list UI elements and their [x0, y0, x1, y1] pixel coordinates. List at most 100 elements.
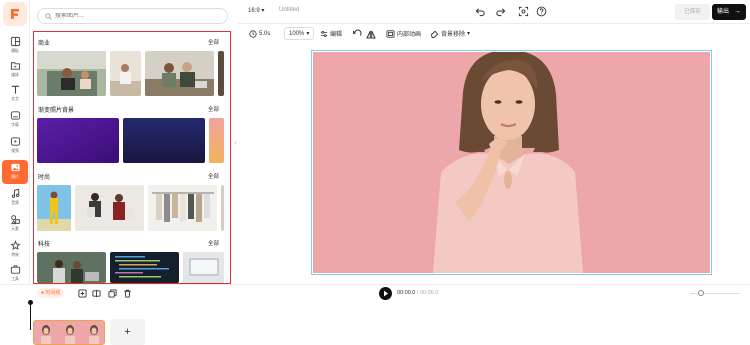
play-button[interactable]: [379, 287, 392, 300]
fashion-thumbnail-3[interactable]: [148, 185, 217, 231]
rail-label: 图片: [11, 174, 19, 179]
timeline-tag[interactable]: ● 时间线: [37, 288, 65, 298]
view-all-link[interactable]: 全部: [208, 105, 219, 113]
fashion-thumbnail-4-partial[interactable]: [221, 185, 224, 231]
sliders-icon: [320, 30, 328, 37]
media-icon: [10, 62, 20, 70]
search-icon: [45, 12, 52, 20]
rail-label: 特效: [11, 252, 19, 257]
rail-label: 音频: [11, 200, 19, 205]
panel-collapse-handle[interactable]: ‹: [233, 136, 238, 150]
rail-label: 文字: [11, 96, 19, 101]
redo-icon[interactable]: [495, 6, 506, 17]
add-element-icon[interactable]: [78, 289, 87, 298]
gradient-thumbnail-2[interactable]: [123, 118, 205, 163]
flip-icon[interactable]: [366, 28, 376, 41]
effects-icon: [10, 240, 20, 250]
duplicate-icon[interactable]: [108, 289, 117, 298]
rotate-icon[interactable]: [352, 28, 362, 41]
delete-icon[interactable]: [123, 289, 132, 298]
section-title-fashion: 时尚: [38, 175, 51, 181]
business-thumbnail-1[interactable]: [37, 51, 106, 96]
rail-item-video[interactable]: 视频: [2, 134, 28, 158]
rail-item-effects[interactable]: 特效: [2, 238, 28, 262]
duration-control[interactable]: 5.0s: [249, 27, 270, 40]
rail-label: 字幕: [11, 122, 19, 127]
add-clip-button[interactable]: +: [110, 319, 145, 345]
rail-label: 元素: [11, 226, 19, 231]
business-thumbnail-2[interactable]: [110, 51, 141, 96]
video-icon: [10, 137, 20, 146]
export-label: 输出: [717, 9, 730, 15]
subtitle-icon: [10, 111, 20, 120]
canvas-selection-frame[interactable]: [311, 50, 712, 275]
top-bar: 16:9 ▾ Untitled 已保存 输出 →: [238, 0, 750, 24]
section-title-business: 商业: [38, 41, 51, 47]
aspect-ratio-selector[interactable]: 16:9 ▾: [248, 7, 264, 14]
left-rail: 模板 媒体 文字 字幕 视频 图片 音频 元素 特效 工具: [0, 0, 30, 284]
rail-label: 视频: [11, 148, 19, 153]
audio-icon: [11, 188, 19, 198]
zoom-value: 100%: [289, 30, 305, 37]
animation-button[interactable]: 内部动画: [386, 27, 421, 40]
animation-label: 内部动画: [397, 32, 422, 38]
section-title-gradient: 渐变照片背景: [38, 108, 75, 114]
rail-item-subtitles[interactable]: 字幕: [2, 108, 28, 132]
image-icon: [10, 163, 20, 172]
text-icon: [11, 85, 19, 94]
split-icon[interactable]: [92, 289, 101, 298]
business-thumbnail-3[interactable]: [145, 51, 214, 96]
undo-icon[interactable]: [475, 6, 486, 17]
rail-item-templates[interactable]: 模板: [2, 34, 28, 58]
rail-item-tools[interactable]: 工具: [2, 262, 28, 286]
search-input[interactable]: [55, 13, 215, 19]
tech-thumbnail-1[interactable]: [37, 252, 106, 283]
duration-value: 5.0s: [259, 30, 271, 37]
rail-label: 模板: [11, 48, 19, 53]
arrow-right-icon: →: [734, 8, 741, 15]
canvas[interactable]: [313, 52, 710, 273]
search-box[interactable]: [37, 8, 228, 24]
timeline-clip[interactable]: [33, 320, 105, 345]
editing-toolbar: 5.0s 100% ▾ 编辑 内部动画 背景移除 ▾: [238, 25, 750, 42]
edit-button[interactable]: 编辑: [320, 27, 342, 40]
view-all-link[interactable]: 全部: [208, 239, 219, 247]
rail-item-text[interactable]: 文字: [2, 82, 28, 106]
template-icon: [10, 36, 20, 47]
gradient-thumbnail-3-partial[interactable]: [209, 118, 224, 163]
rail-item-media[interactable]: 媒体: [2, 58, 28, 82]
rail-item-audio[interactable]: 音频: [2, 186, 28, 210]
fashion-thumbnail-2[interactable]: [75, 185, 144, 231]
export-button[interactable]: 输出 →: [712, 4, 746, 20]
tech-thumbnail-2[interactable]: [110, 252, 179, 283]
timeline-bar: ● 时间线 00:00.0 / 00:05.0 +: [0, 284, 750, 345]
logo-icon: [11, 9, 19, 19]
chevron-down-icon: ▾: [467, 31, 471, 37]
view-all-link[interactable]: 全部: [208, 172, 219, 180]
play-icon: [384, 290, 388, 297]
edit-label: 编辑: [330, 32, 343, 38]
clip-thumbnail-strip: [34, 321, 104, 344]
help-icon[interactable]: [536, 6, 547, 17]
timeline-zoom-knob[interactable]: [698, 290, 704, 296]
business-thumbnail-4-partial[interactable]: [218, 51, 224, 96]
rail-item-elements[interactable]: 元素: [2, 212, 28, 236]
view-all-link[interactable]: 全部: [208, 38, 219, 46]
zoom-selector[interactable]: 100% ▾: [284, 27, 315, 40]
rail-label: 工具: [11, 276, 19, 281]
clock-icon: [249, 29, 257, 38]
rail-item-images[interactable]: 图片: [2, 160, 28, 184]
section-title-tech: 科技: [38, 242, 51, 248]
project-title[interactable]: Untitled: [279, 7, 299, 13]
tech-thumbnail-3-partial[interactable]: [183, 252, 224, 283]
remove-background-button[interactable]: 背景移除 ▾: [430, 27, 470, 40]
screenshot-icon[interactable]: [518, 6, 529, 17]
gradient-thumbnail-1[interactable]: [37, 118, 119, 163]
chevron-down-icon: ▾: [306, 31, 310, 37]
rail-label: 媒体: [11, 72, 19, 77]
app-logo[interactable]: [3, 2, 27, 26]
eraser-icon: [430, 30, 439, 38]
playhead[interactable]: [30, 300, 31, 330]
fashion-thumbnail-1[interactable]: [37, 185, 71, 231]
saved-status-button: 已保存: [675, 4, 710, 20]
